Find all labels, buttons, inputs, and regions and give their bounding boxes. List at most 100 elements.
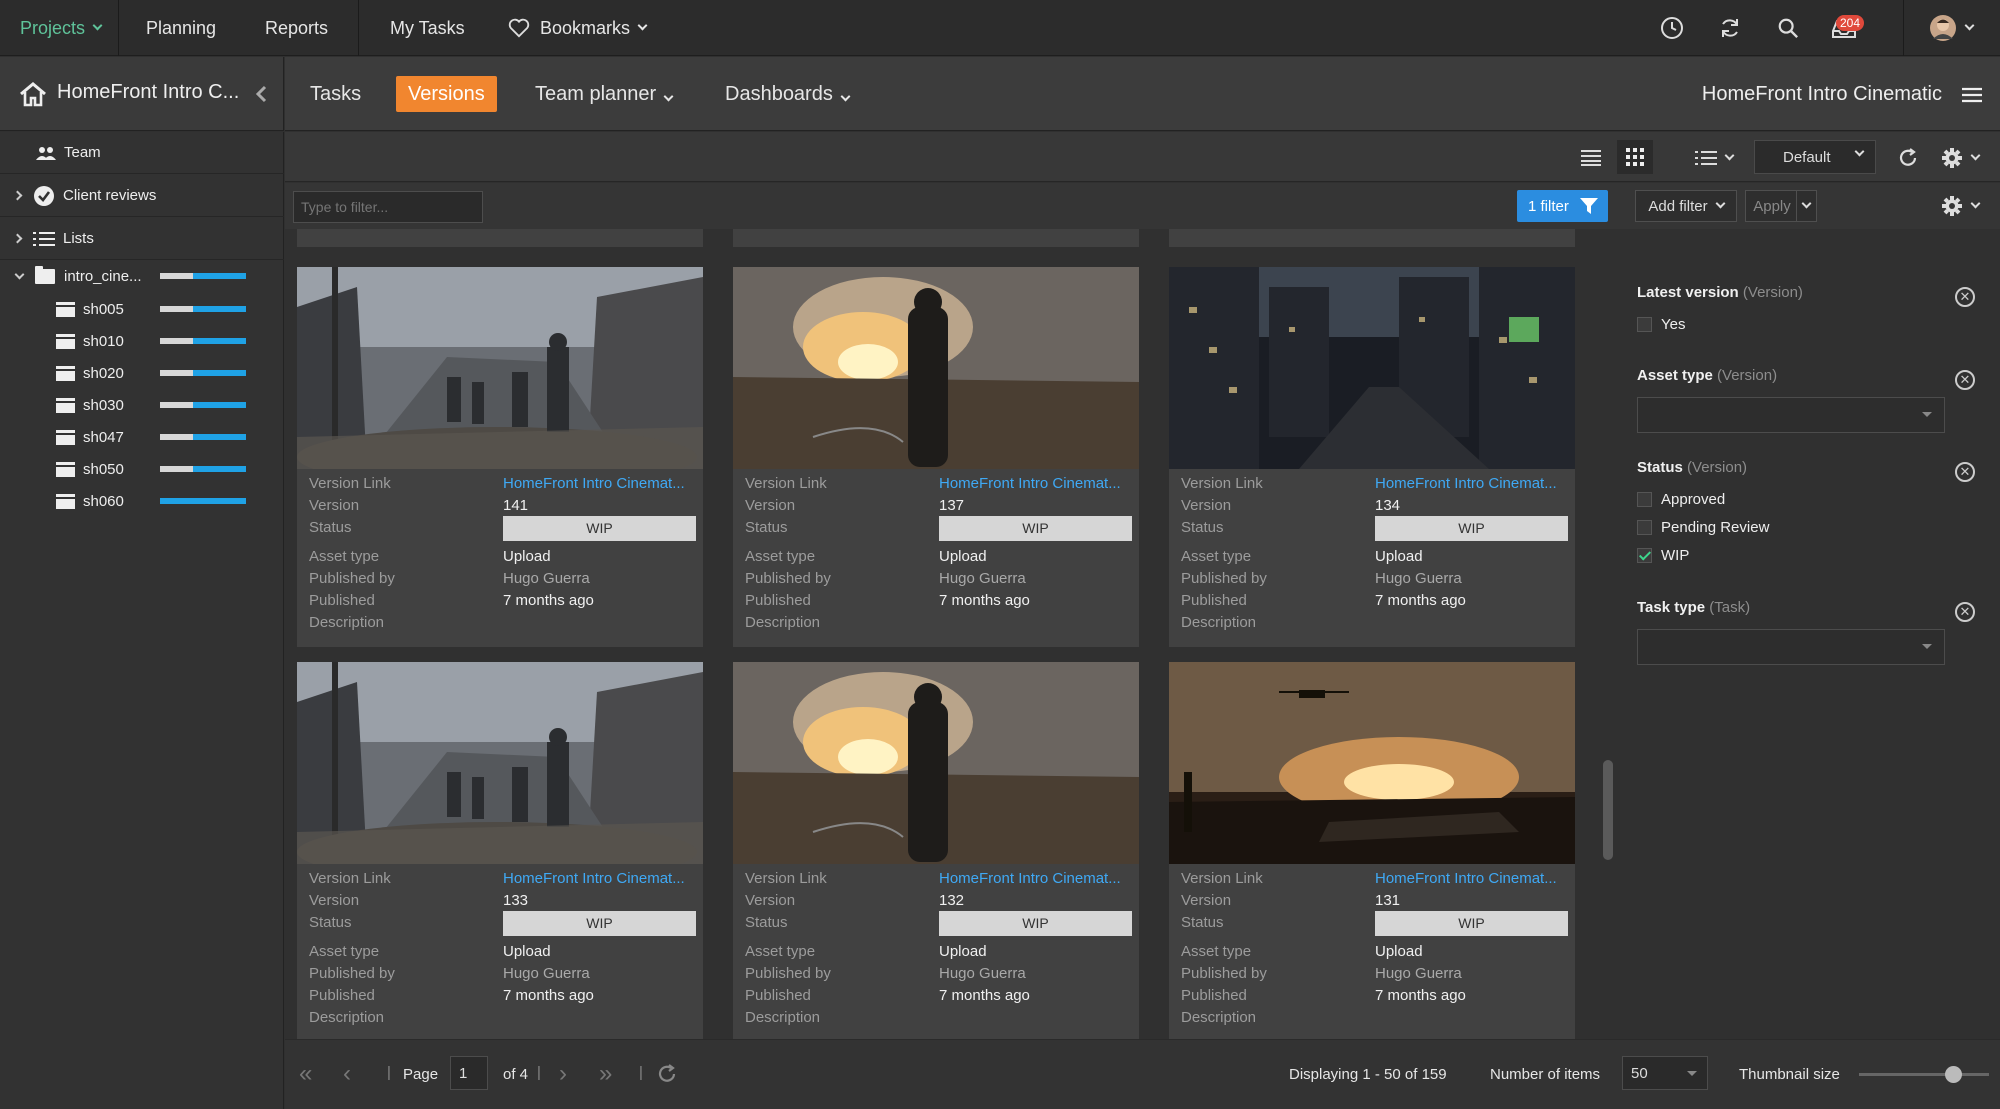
thumbnail-size-slider[interactable] xyxy=(1859,1066,1989,1083)
nav-my-tasks[interactable]: My Tasks xyxy=(390,0,465,56)
version-card[interactable]: Version Link HomeFront Intro Cinemat... Ve… xyxy=(297,267,703,647)
version-thumbnail[interactable] xyxy=(733,662,1139,864)
version-card[interactable]: Version Link HomeFront Intro Cinemat... Ve… xyxy=(733,267,1139,647)
published-by-value: Hugo Guerra xyxy=(503,570,590,587)
status-badge[interactable]: WIP xyxy=(503,516,696,541)
description-label: Description xyxy=(745,614,821,631)
version-link[interactable]: HomeFront Intro Cinemat... xyxy=(939,475,1133,492)
collapse-sidebar-icon[interactable] xyxy=(254,85,268,103)
list-view-button[interactable] xyxy=(1575,142,1607,174)
tree-item-shot[interactable]: sh010 xyxy=(0,326,284,356)
first-page-icon[interactable]: « xyxy=(299,1060,312,1088)
version-thumbnail[interactable] xyxy=(297,662,703,864)
project-title[interactable]: HomeFront Intro C... xyxy=(57,81,239,104)
filter-input[interactable] xyxy=(293,191,483,223)
avatar[interactable] xyxy=(1928,14,1975,42)
version-link[interactable]: HomeFront Intro Cinemat... xyxy=(1375,870,1569,887)
tree-item-shot[interactable]: sh047 xyxy=(0,422,284,452)
grid-view-button[interactable] xyxy=(1617,140,1653,174)
version-card[interactable]: Version Link HomeFront Intro Cinemat... Ve… xyxy=(733,662,1139,1039)
checkbox-checked[interactable] xyxy=(1637,548,1652,563)
tree-item-shot[interactable]: sh050 xyxy=(0,454,284,484)
task-type-select[interactable] xyxy=(1637,629,1945,665)
tab-team-planner[interactable]: Team planner xyxy=(535,76,674,112)
home-icon[interactable] xyxy=(18,81,48,107)
published-by-label: Published by xyxy=(309,965,395,982)
version-card[interactable]: Version Link HomeFront Intro Cinemat... Ve… xyxy=(1169,267,1575,647)
status-badge[interactable]: WIP xyxy=(939,911,1132,936)
sync-icon[interactable] xyxy=(1716,14,1744,42)
version-number: 134 xyxy=(1375,497,1401,514)
settings-button[interactable] xyxy=(1935,142,1985,174)
nav-bookmarks[interactable]: Bookmarks xyxy=(508,0,648,56)
status-badge[interactable]: WIP xyxy=(1375,516,1568,541)
refresh-button[interactable] xyxy=(1893,142,1923,174)
version-thumbnail[interactable] xyxy=(1169,267,1575,469)
last-page-icon[interactable]: » xyxy=(599,1060,612,1088)
number-of-items-select[interactable]: 50 xyxy=(1622,1056,1708,1090)
column-options-button[interactable] xyxy=(1691,142,1737,174)
dropdown-arrow-icon xyxy=(1687,1071,1697,1076)
tree-item-shot[interactable]: sh005 xyxy=(0,294,284,324)
checkbox[interactable] xyxy=(1637,317,1652,332)
page-input[interactable]: 1 xyxy=(450,1056,488,1090)
next-page-icon[interactable]: › xyxy=(559,1060,567,1088)
version-link[interactable]: HomeFront Intro Cinemat... xyxy=(503,475,697,492)
remove-filter-icon[interactable]: ✕ xyxy=(1955,602,1975,622)
checkbox[interactable] xyxy=(1637,520,1652,535)
tree-item-shot[interactable]: sh030 xyxy=(0,390,284,420)
apply-button[interactable]: Apply xyxy=(1745,190,1817,222)
team-icon xyxy=(36,146,56,160)
checkbox[interactable] xyxy=(1637,492,1652,507)
status-badge[interactable]: WIP xyxy=(503,911,696,936)
version-thumbnail[interactable] xyxy=(733,267,1139,469)
filter-settings-button[interactable] xyxy=(1935,191,1985,221)
remove-filter-icon[interactable]: ✕ xyxy=(1955,287,1975,307)
clapperboard-icon xyxy=(56,333,75,349)
thumbnail-image xyxy=(297,267,703,469)
nav-reports[interactable]: Reports xyxy=(265,0,328,56)
version-thumbnail[interactable] xyxy=(297,267,703,469)
tree-folder[interactable]: intro_cine... xyxy=(0,261,284,291)
status-badge[interactable]: WIP xyxy=(939,516,1132,541)
apply-options-dropdown[interactable] xyxy=(1796,191,1816,221)
scrollbar[interactable] xyxy=(1603,760,1613,860)
version-label: Version xyxy=(745,497,796,514)
active-filters-button[interactable]: 1 filter xyxy=(1517,190,1608,222)
tab-dashboards[interactable]: Dashboards xyxy=(725,76,851,112)
notification-badge: 204 xyxy=(1836,15,1865,31)
asset-type-select[interactable] xyxy=(1637,397,1945,433)
status-badge[interactable]: WIP xyxy=(1375,911,1568,936)
tree-item-shot[interactable]: sh060 xyxy=(0,486,284,516)
tab-versions[interactable]: Versions xyxy=(396,76,497,112)
clock-icon[interactable] xyxy=(1658,14,1686,42)
previous-page-icon[interactable]: ‹ xyxy=(343,1060,351,1088)
reload-icon[interactable] xyxy=(657,1064,677,1084)
add-filter-button[interactable]: Add filter xyxy=(1635,190,1737,222)
description-label: Description xyxy=(745,1009,821,1026)
sidebar-item-team[interactable]: Team xyxy=(0,132,284,174)
version-link[interactable]: HomeFront Intro Cinemat... xyxy=(503,870,697,887)
version-card[interactable]: Version Link HomeFront Intro Cinemat... Ve… xyxy=(297,662,703,1039)
layout-select[interactable]: Default xyxy=(1754,140,1876,174)
nav-planning[interactable]: Planning xyxy=(146,0,216,56)
checkbox-pending-review[interactable]: Pending Review xyxy=(1637,519,1769,536)
version-link[interactable]: HomeFront Intro Cinemat... xyxy=(939,870,1133,887)
sidebar-item-client-reviews[interactable]: Client reviews xyxy=(0,175,284,217)
tree-item-shot[interactable]: sh020 xyxy=(0,358,284,388)
version-label: Version xyxy=(309,892,360,909)
remove-filter-icon[interactable]: ✕ xyxy=(1955,370,1975,390)
version-link[interactable]: HomeFront Intro Cinemat... xyxy=(1375,475,1569,492)
version-thumbnail[interactable] xyxy=(1169,662,1575,864)
menu-icon[interactable] xyxy=(1962,87,1982,103)
slider-thumb[interactable] xyxy=(1944,1066,1962,1083)
search-icon[interactable] xyxy=(1774,14,1802,42)
version-card[interactable]: Version Link HomeFront Intro Cinemat... Ve… xyxy=(1169,662,1575,1039)
checkbox-approved[interactable]: Approved xyxy=(1637,491,1725,508)
sidebar-item-lists[interactable]: Lists xyxy=(0,218,284,260)
remove-filter-icon[interactable]: ✕ xyxy=(1955,462,1975,482)
checkbox-wip[interactable]: WIP xyxy=(1637,547,1689,564)
checkbox-yes[interactable]: Yes xyxy=(1637,316,1685,333)
tab-tasks[interactable]: Tasks xyxy=(310,76,361,112)
nav-projects[interactable]: Projects xyxy=(20,0,103,56)
